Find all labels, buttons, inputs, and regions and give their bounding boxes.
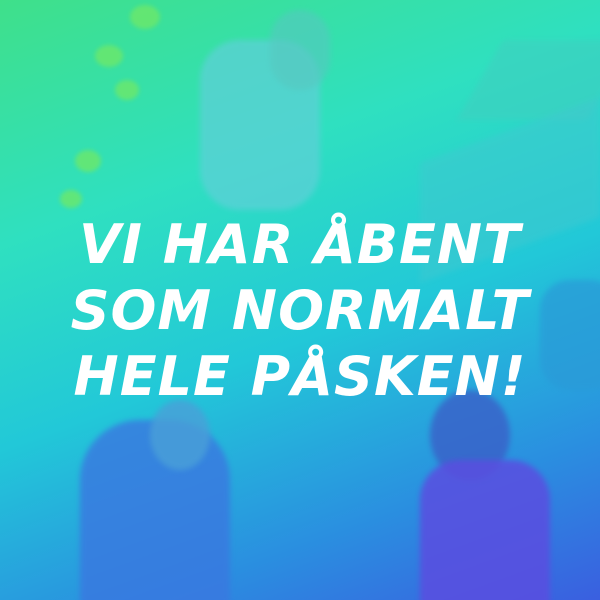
headline-line-1: VI HAR ÅBENT [79,213,521,276]
headline-line-2: SOM NORMALT [70,279,530,342]
poster: VI HAR ÅBENT SOM NORMALT HELE PÅSKEN! [0,0,600,600]
headline: VI HAR ÅBENT SOM NORMALT HELE PÅSKEN! [0,212,600,410]
headline-line-3: HELE PÅSKEN! [73,345,527,408]
